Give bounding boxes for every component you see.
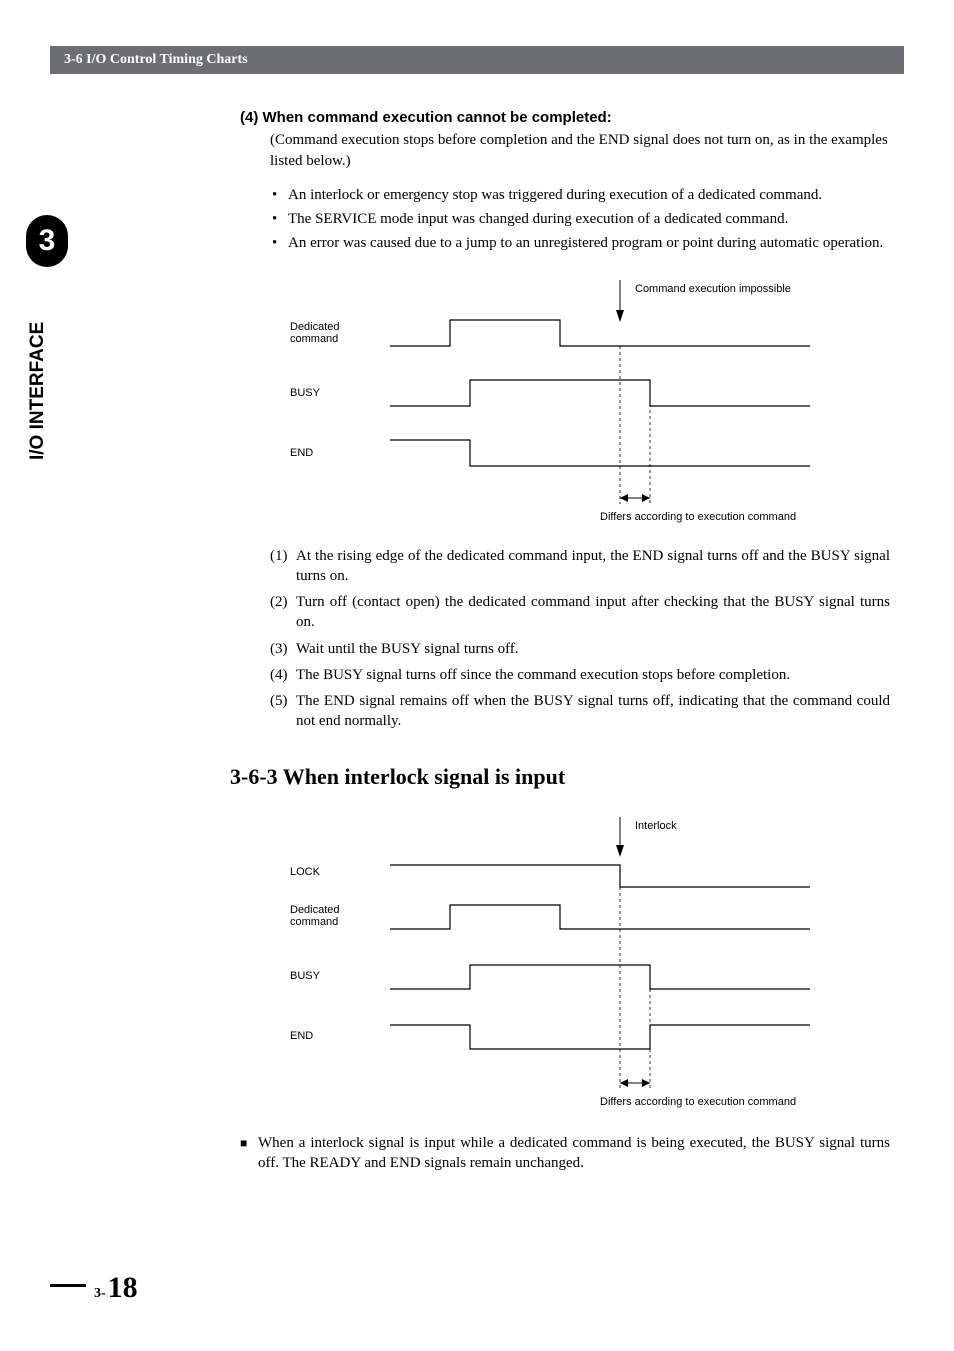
- page-footer: 3- 18: [50, 1271, 138, 1305]
- chapter-number: 3: [39, 224, 56, 258]
- list-item: An interlock or emergency stop was trigg…: [270, 185, 890, 205]
- page-prefix: 3-: [94, 1286, 106, 1302]
- header-bar: 3-6 I/O Control Timing Charts: [50, 46, 904, 74]
- list-item: The SERVICE mode input was changed durin…: [270, 209, 890, 229]
- section363-note: ■ When a interlock signal is input while…: [240, 1133, 890, 1174]
- svg-text:Dedicated: Dedicated: [290, 904, 340, 916]
- square-bullet-icon: ■: [240, 1133, 258, 1174]
- svg-text:command: command: [290, 333, 338, 345]
- svg-text:command: command: [290, 916, 338, 928]
- chapter-number-tab: 3: [26, 215, 68, 267]
- svg-text:BUSY: BUSY: [290, 387, 321, 399]
- svg-text:Dedicated: Dedicated: [290, 321, 340, 333]
- svg-text:LOCK: LOCK: [290, 866, 321, 878]
- list-item: (2)Turn off (contact open) the dedicated…: [270, 592, 890, 633]
- list-item: (3)Wait until the BUSY signal turns off.: [270, 639, 890, 659]
- section4-steps: (1)At the rising edge of the dedicated c…: [270, 546, 890, 732]
- section4-title: (4) When command execution cannot be com…: [240, 108, 890, 128]
- svg-text:END: END: [290, 447, 313, 459]
- page-number: 18: [108, 1271, 138, 1305]
- section4-intro: (Command execution stops before completi…: [270, 130, 890, 171]
- side-section-label: I/O INTERFACE: [27, 322, 49, 460]
- list-item: (1)At the rising edge of the dedicated c…: [270, 546, 890, 587]
- list-item: (4)The BUSY signal turns off since the c…: [270, 665, 890, 685]
- timing-diagram-1: Command execution impossible Dedicated c…: [290, 280, 850, 530]
- svg-text:END: END: [290, 1030, 313, 1042]
- svg-text:BUSY: BUSY: [290, 970, 321, 982]
- diagram2-top-label: Interlock: [635, 820, 677, 832]
- section4-bullets: An interlock or emergency stop was trigg…: [270, 185, 890, 254]
- section-363-heading: 3-6-3 When interlock signal is input: [230, 762, 890, 792]
- list-item: An error was caused due to a jump to an …: [270, 233, 890, 253]
- diagram1-bottom-note: Differs according to execution command: [600, 511, 796, 523]
- footer-tick-icon: [50, 1284, 86, 1287]
- diagram2-bottom-note: Differs according to execution command: [600, 1096, 796, 1108]
- list-item: (5)The END signal remains off when the B…: [270, 691, 890, 732]
- diagram1-top-label: Command execution impossible: [635, 283, 791, 295]
- header-title: 3-6 I/O Control Timing Charts: [64, 52, 248, 68]
- timing-diagram-2: Interlock LOCK Dedicated command BUSY EN…: [290, 817, 850, 1117]
- page-content: (4) When command execution cannot be com…: [240, 108, 890, 1174]
